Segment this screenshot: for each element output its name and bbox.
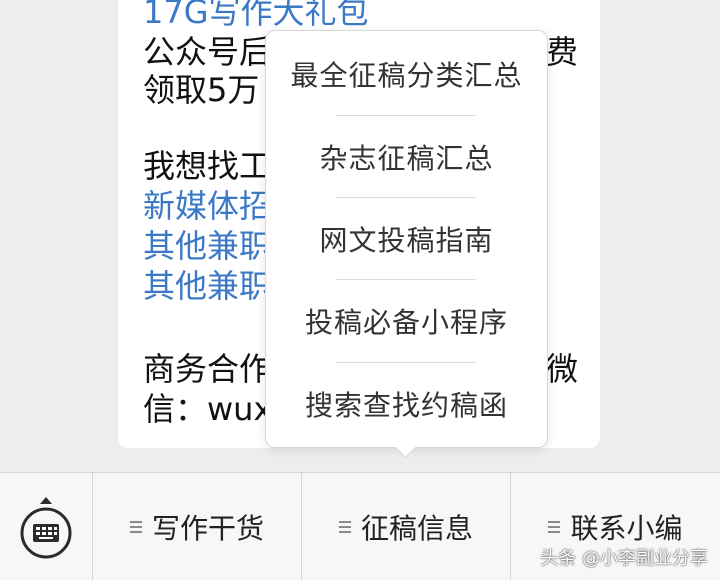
- tab-label: 征稿信息: [360, 511, 473, 545]
- menu-item[interactable]: 最全征稿分类汇总: [266, 33, 547, 115]
- tab-label: 写作干货: [151, 511, 264, 545]
- job-link[interactable]: 其他兼职: [143, 266, 271, 306]
- message-line: 商务合作: [143, 350, 272, 388]
- message-line-end: 微: [545, 350, 578, 388]
- job-link[interactable]: 其他兼职: [143, 226, 271, 266]
- message-line: 信：wux: [143, 390, 273, 428]
- menu-item[interactable]: 杂志征稿汇总: [266, 116, 547, 198]
- menu-item[interactable]: 网文投稿指南: [266, 198, 547, 280]
- keyboard-icon: [19, 495, 73, 559]
- tab-submission-info[interactable]: 征稿信息: [302, 473, 510, 580]
- message-line: 领取5万: [143, 71, 260, 109]
- menu-item[interactable]: 搜索查找约稿函: [266, 363, 547, 445]
- tab-label: 联系小编: [570, 511, 683, 545]
- message-line: 公众号后: [143, 33, 272, 71]
- menu-icon: [548, 518, 561, 536]
- job-link[interactable]: 新媒体招: [143, 186, 271, 226]
- message-line-end: 费: [545, 33, 578, 71]
- keyboard-toggle-button[interactable]: [0, 473, 92, 580]
- tab-writing-tips[interactable]: 写作干货: [93, 473, 301, 580]
- message-line: 我想找工: [143, 147, 272, 185]
- watermark: 头条 @小李副业分享: [540, 548, 708, 569]
- menu-icon: [129, 518, 142, 536]
- bottom-menu-bar: 写作干货 征稿信息 联系小编 头条 @小李副业分享: [0, 472, 720, 580]
- gift-link[interactable]: 17G写作大礼包: [143, 0, 369, 32]
- menu-icon: [338, 518, 351, 536]
- menu-item[interactable]: 投稿必备小程序: [266, 280, 547, 362]
- popup-menu: 最全征稿分类汇总 杂志征稿汇总 网文投稿指南 投稿必备小程序 搜索查找约稿函: [265, 30, 548, 448]
